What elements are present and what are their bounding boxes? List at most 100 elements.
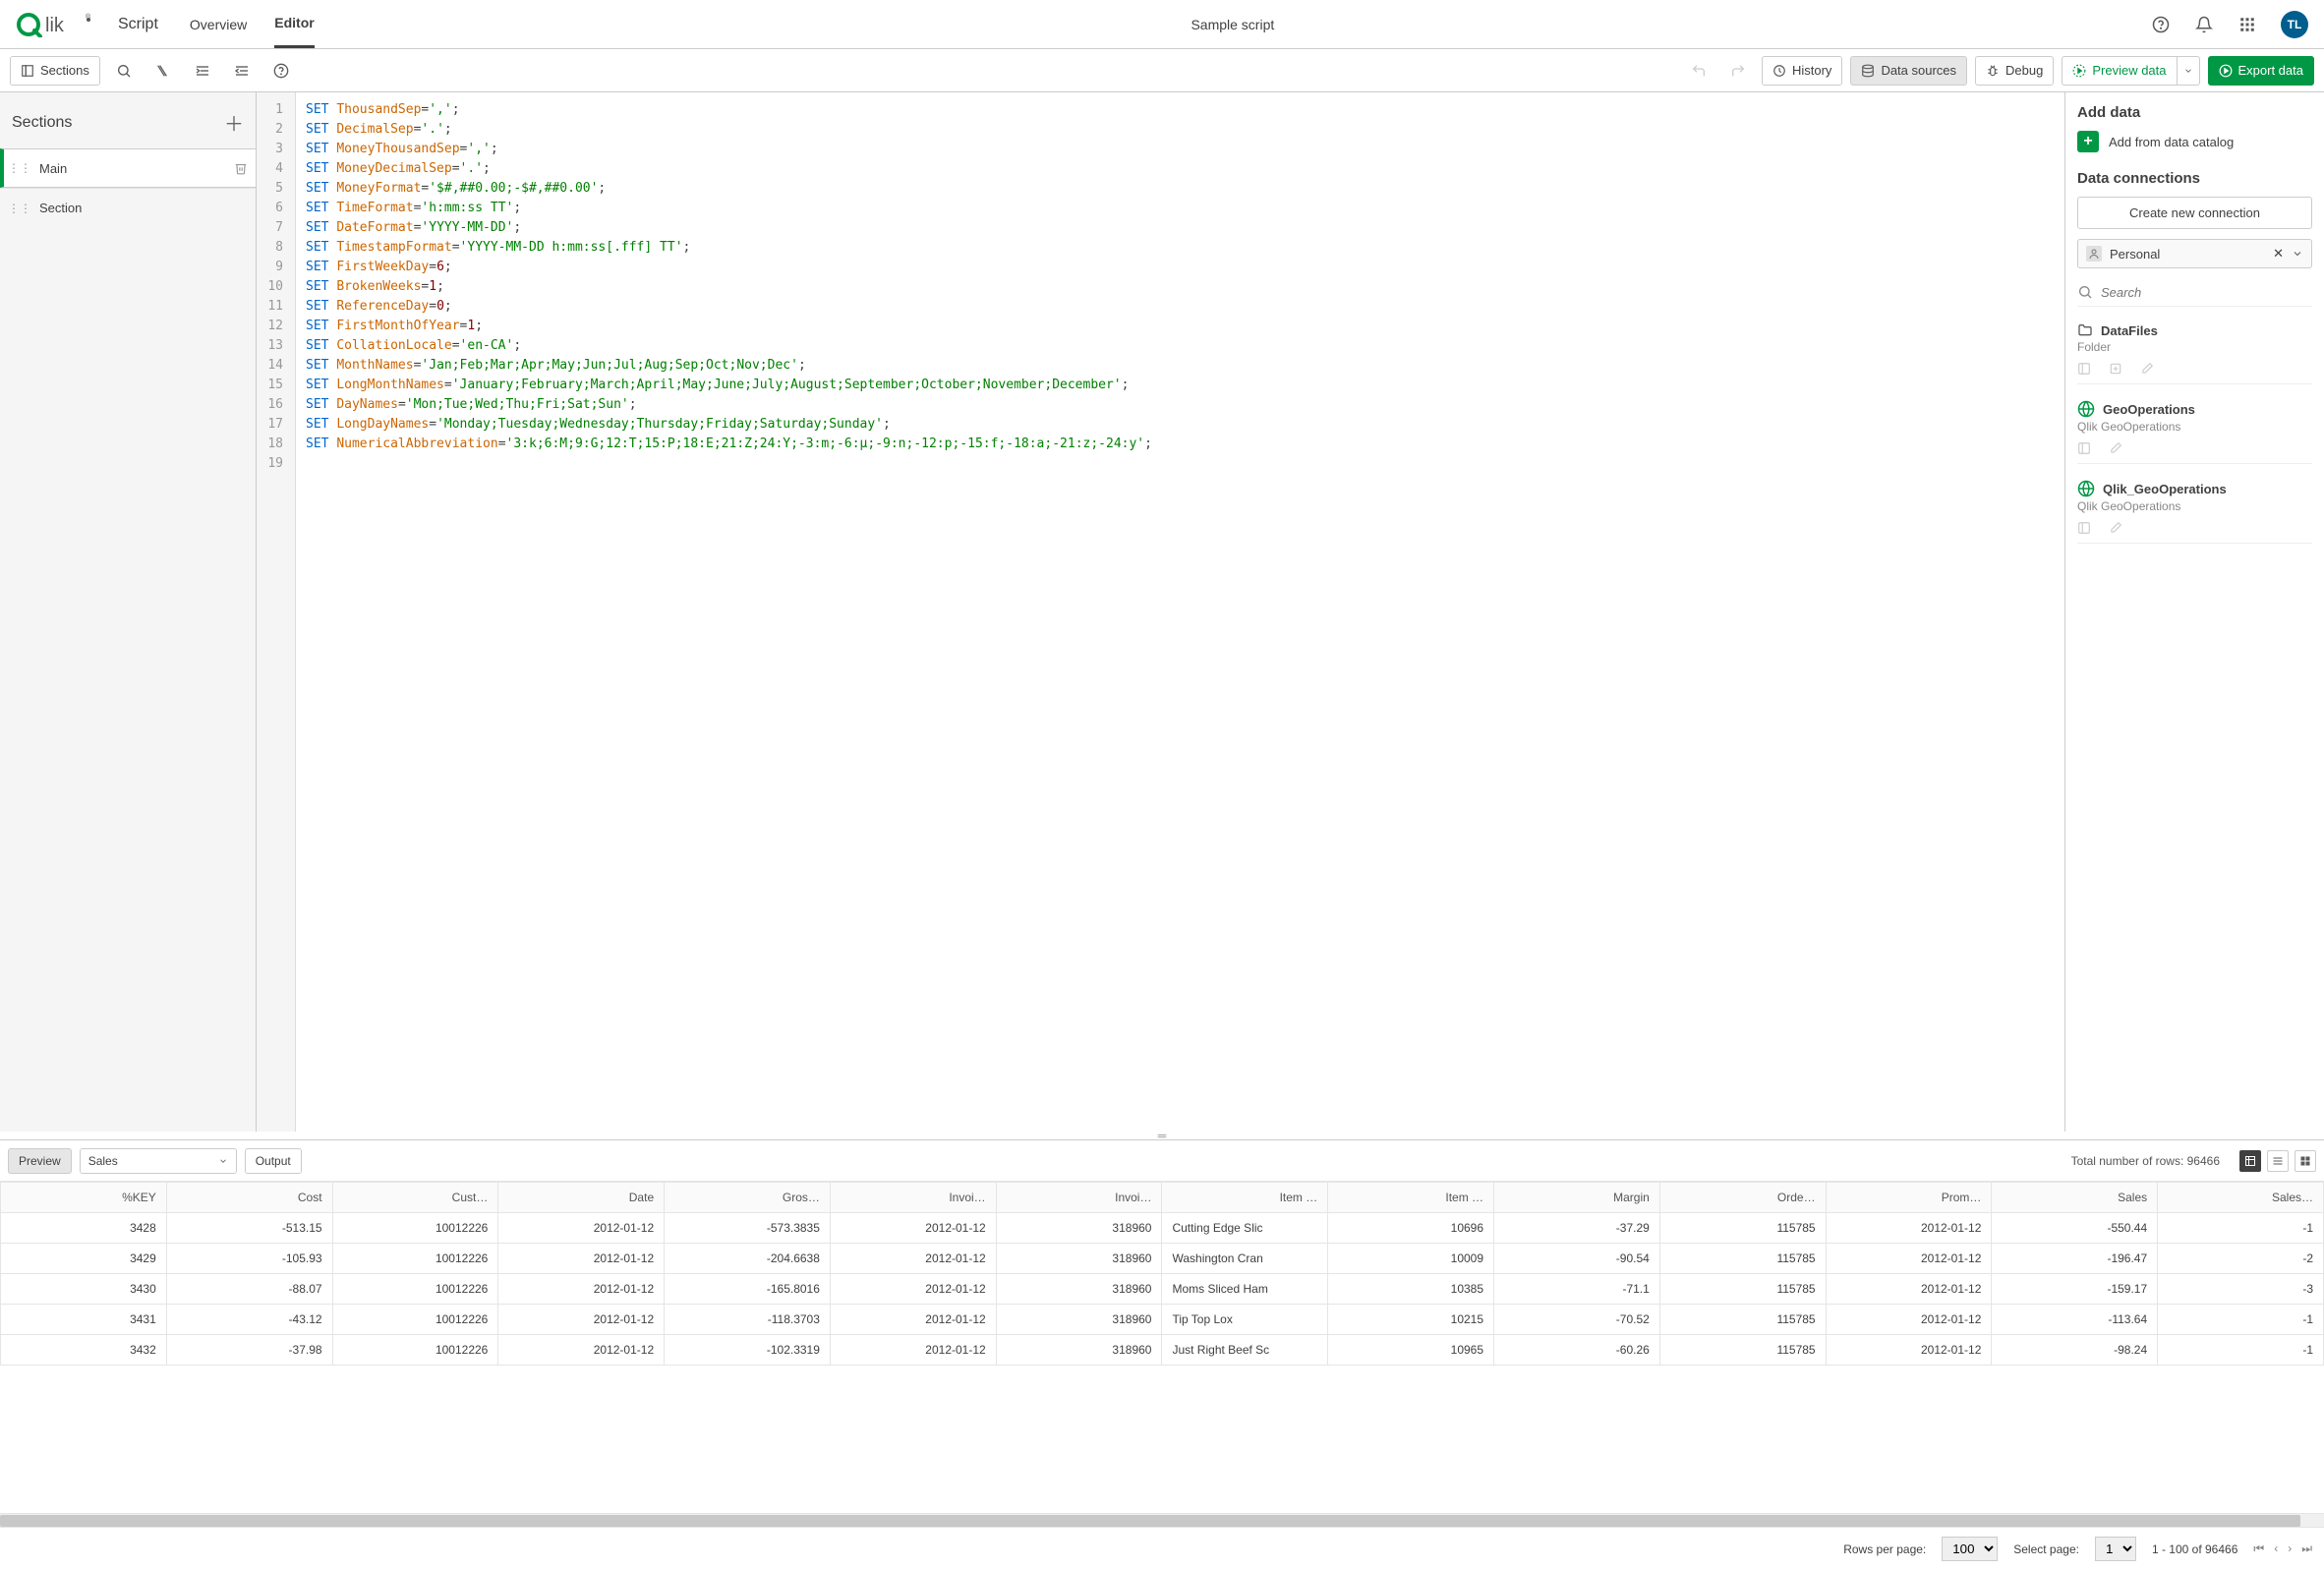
data-table-wrap[interactable]: %KEYCostCust…DateGros…Invoi…Invoi…Item …… (0, 1182, 2324, 1513)
view-list-icon[interactable] (2267, 1150, 2289, 1172)
table-cell: 115785 (1659, 1213, 1826, 1244)
table-cell: -37.29 (1494, 1213, 1660, 1244)
code-editor[interactable]: 12345678910111213141516171819 SET Thousa… (257, 92, 2064, 1132)
column-header[interactable]: %KEY (1, 1183, 167, 1213)
table-row[interactable]: 3431-43.12100122262012-01-12-118.3703201… (1, 1305, 2324, 1335)
prev-page-icon[interactable]: ‹ (2274, 1541, 2278, 1556)
preview-tab-button[interactable]: Preview (8, 1148, 72, 1174)
drag-handle-icon[interactable]: ⋮⋮ (8, 161, 31, 175)
column-header[interactable]: Gros… (665, 1183, 831, 1213)
column-header[interactable]: Prom… (1826, 1183, 1992, 1213)
outdent-icon[interactable] (226, 56, 258, 86)
help-toolbar-icon[interactable] (265, 56, 297, 86)
select-data-icon[interactable] (2077, 521, 2091, 535)
edit-icon[interactable] (2109, 521, 2122, 535)
add-section-icon[interactable]: ＋ (224, 108, 244, 137)
apps-grid-icon[interactable] (2237, 15, 2257, 34)
table-cell: 2012-01-12 (1826, 1274, 1992, 1305)
last-page-icon[interactable]: ⏭ (2301, 1541, 2312, 1556)
main: Sections ＋ ⋮⋮ Main ⋮⋮ Section 1234567891… (0, 92, 2324, 1132)
table-cell: 2012-01-12 (1826, 1335, 1992, 1366)
column-header[interactable]: Item … (1162, 1183, 1328, 1213)
page-select[interactable]: 1 (2095, 1537, 2136, 1561)
edit-icon[interactable] (2140, 362, 2154, 376)
table-cell: Cutting Edge Slic (1162, 1213, 1328, 1244)
history-button[interactable]: History (1762, 56, 1842, 86)
table-cell: -88.07 (166, 1274, 332, 1305)
table-row[interactable]: 3432-37.98100122262012-01-12-102.3319201… (1, 1335, 2324, 1366)
column-header[interactable]: Margin (1494, 1183, 1660, 1213)
table-cell: -113.64 (1992, 1305, 2158, 1335)
indent-icon[interactable] (187, 56, 218, 86)
space-selector[interactable]: Personal ✕ (2077, 239, 2312, 268)
column-header[interactable]: Cust… (332, 1183, 498, 1213)
add-from-catalog-label: Add from data catalog (2109, 135, 2234, 149)
horizontal-scrollbar[interactable] (0, 1513, 2324, 1527)
search-input[interactable] (2101, 285, 2312, 300)
export-data-label: Export data (2238, 63, 2304, 78)
section-label: Section (39, 201, 248, 215)
column-header[interactable]: Invoi… (830, 1183, 996, 1213)
column-header[interactable]: Sales (1992, 1183, 2158, 1213)
comment-toggle-icon[interactable] (147, 56, 179, 86)
undo-icon[interactable] (1683, 56, 1714, 86)
table-row[interactable]: 3429-105.93100122262012-01-12-204.663820… (1, 1244, 2324, 1274)
add-from-catalog-button[interactable]: + Add from data catalog (2077, 131, 2312, 152)
connection-geooperations[interactable]: GeoOperations Qlik GeoOperations (2077, 394, 2312, 464)
first-page-icon[interactable]: ⏮ (2253, 1541, 2264, 1556)
table-row[interactable]: 3430-88.07100122262012-01-12-165.8016201… (1, 1274, 2324, 1305)
table-cell: 318960 (996, 1335, 1162, 1366)
clear-icon[interactable]: ✕ (2273, 246, 2284, 262)
table-cell: Moms Sliced Ham (1162, 1274, 1328, 1305)
connection-qlik-geooperations[interactable]: Qlik_GeoOperations Qlik GeoOperations (2077, 474, 2312, 544)
tab-editor[interactable]: Editor (274, 0, 314, 48)
rows-per-page-select[interactable]: 100 (1942, 1537, 1998, 1561)
create-connection-button[interactable]: Create new connection (2077, 197, 2312, 229)
insert-icon[interactable] (2109, 362, 2122, 376)
column-header[interactable]: Orde… (1659, 1183, 1826, 1213)
scrollbar-thumb[interactable] (0, 1515, 2300, 1527)
table-selector[interactable]: Sales (80, 1148, 237, 1174)
bell-icon[interactable] (2194, 15, 2214, 34)
connection-datafiles[interactable]: DataFiles Folder (2077, 317, 2312, 384)
output-tab-button[interactable]: Output (245, 1148, 302, 1174)
select-data-icon[interactable] (2077, 441, 2091, 455)
table-cell: -105.93 (166, 1244, 332, 1274)
section-item-section[interactable]: ⋮⋮ Section (0, 188, 256, 227)
connection-sub: Qlik GeoOperations (2077, 420, 2312, 434)
redo-icon[interactable] (1722, 56, 1754, 86)
help-icon[interactable] (2151, 15, 2171, 34)
code-content[interactable]: SET ThousandSep=',';SET DecimalSep='.';S… (296, 92, 1162, 1132)
export-data-button[interactable]: Export data (2208, 56, 2315, 86)
next-page-icon[interactable]: › (2288, 1541, 2292, 1556)
sections-toggle[interactable]: Sections (10, 56, 100, 86)
table-row[interactable]: 3428-513.15100122262012-01-12-573.383520… (1, 1213, 2324, 1244)
chevron-down-icon[interactable] (2292, 248, 2303, 260)
edit-icon[interactable] (2109, 441, 2122, 455)
connection-search[interactable] (2077, 278, 2312, 307)
column-header[interactable]: Item … (1328, 1183, 1494, 1213)
preview-data-dropdown[interactable] (2177, 56, 2200, 86)
column-header[interactable]: Cost (166, 1183, 332, 1213)
debug-button[interactable]: Debug (1975, 56, 2054, 86)
view-table-icon[interactable] (2239, 1150, 2261, 1172)
tab-overview[interactable]: Overview (190, 0, 247, 48)
column-header[interactable]: Sales… (2158, 1183, 2324, 1213)
search-icon[interactable] (108, 56, 140, 86)
preview-data-button[interactable]: Preview data (2062, 56, 2176, 86)
section-item-main[interactable]: ⋮⋮ Main (0, 148, 256, 188)
qlik-logo[interactable]: lik ® (16, 12, 94, 37)
horizontal-splitter[interactable]: ═ (0, 1132, 2324, 1139)
table-cell: 2012-01-12 (830, 1305, 996, 1335)
column-header[interactable]: Invoi… (996, 1183, 1162, 1213)
column-header[interactable]: Date (498, 1183, 665, 1213)
select-data-icon[interactable] (2077, 362, 2091, 376)
avatar[interactable]: TL (2281, 11, 2308, 38)
drag-handle-icon[interactable]: ⋮⋮ (8, 202, 31, 215)
header-actions: TL (2151, 11, 2308, 38)
table-cell: 2012-01-12 (498, 1274, 665, 1305)
table-cell: -1 (2158, 1335, 2324, 1366)
data-sources-button[interactable]: Data sources (1850, 56, 1967, 86)
trash-icon[interactable] (234, 161, 248, 175)
view-grid-icon[interactable] (2295, 1150, 2316, 1172)
